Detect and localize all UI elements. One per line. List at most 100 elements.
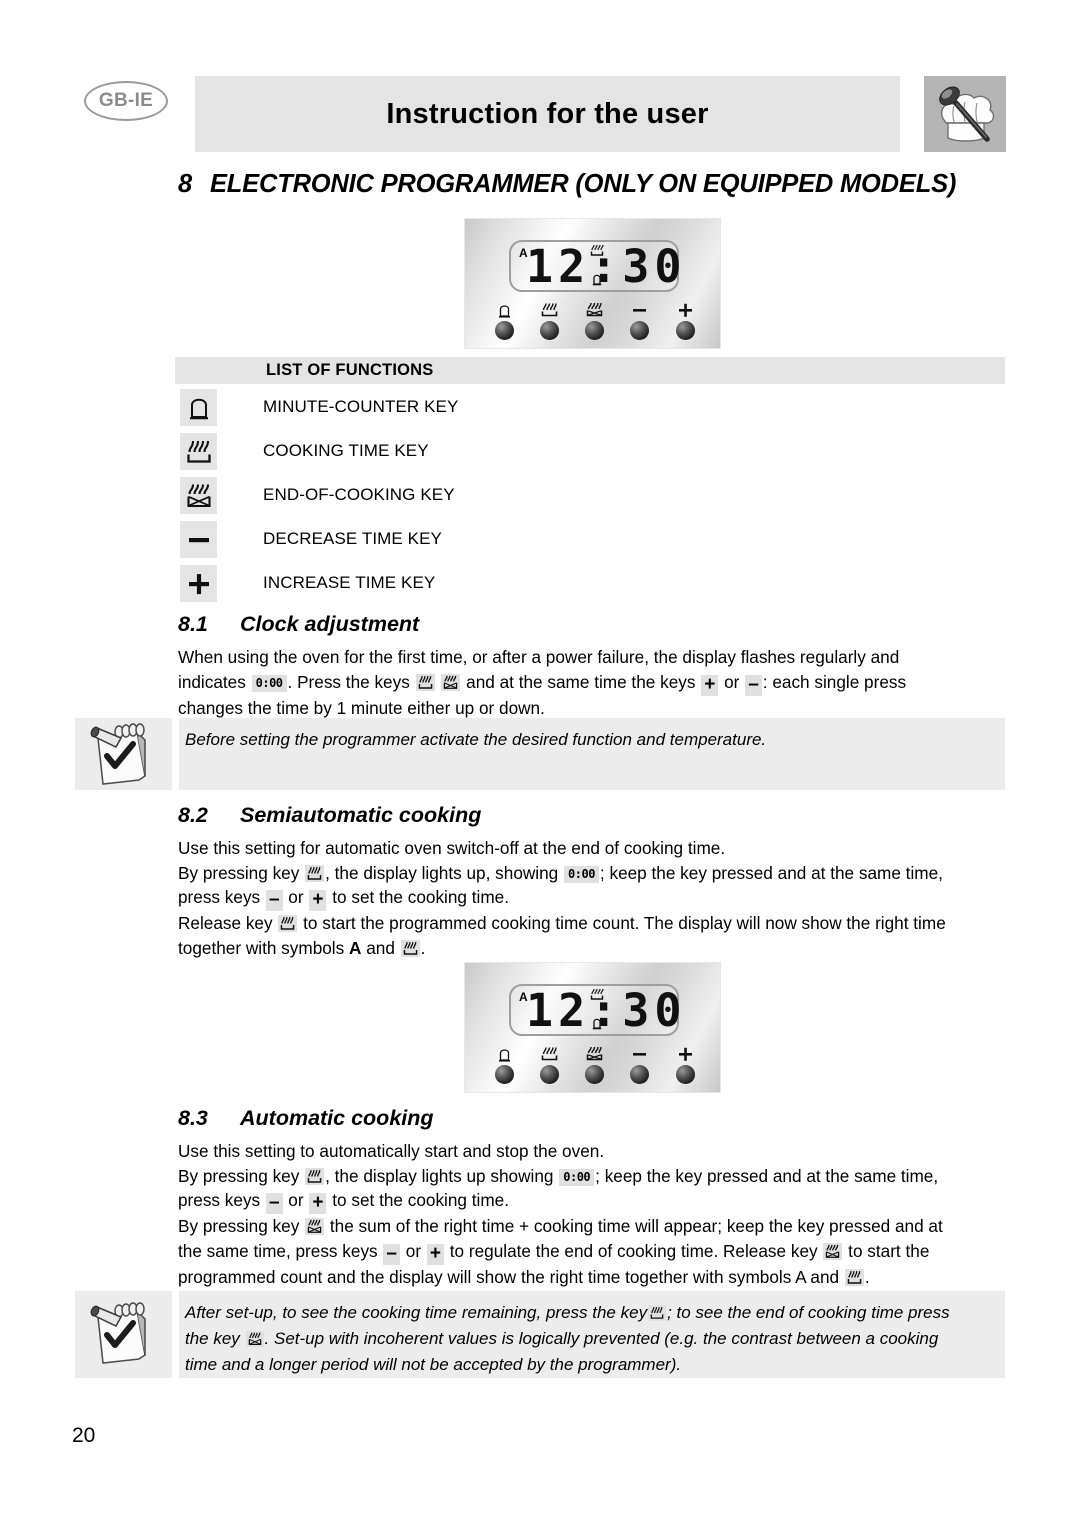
end-of-cooking-icon: [823, 1242, 843, 1260]
cooking-time-key[interactable]: [534, 301, 564, 340]
section-title-text: ELECTRONIC PROGRAMMER (ONLY ON EQUIPPED …: [209, 170, 957, 198]
text-fragment: ; keep the key pressed and at the same t…: [595, 1165, 939, 1186]
cooking-time-icon: [305, 864, 325, 882]
text-fragment: to start the programmed cooking time cou…: [303, 913, 946, 933]
subsection-number: 8.1: [178, 612, 208, 636]
subsection-8-2-body: Use this setting for automatic oven swit…: [178, 836, 1005, 960]
inline-time-display: 0:00: [251, 674, 287, 692]
text-fragment: , the display lights up, showing: [325, 862, 559, 883]
minus-icon: [180, 521, 217, 558]
text-fragment: By pressing key: [178, 1216, 300, 1236]
key-knob[interactable]: [629, 1065, 649, 1084]
cooking-time-key[interactable]: [534, 1045, 564, 1084]
decrease-time-key[interactable]: [624, 1045, 654, 1084]
note-body: After set-up, to see the cooking time re…: [179, 1291, 1005, 1378]
text-fragment: to regulate the end of cooking time. Rel…: [449, 1240, 818, 1261]
paragraph-line: Use this setting to automatically start …: [178, 1141, 605, 1161]
programmer-button-row: [489, 301, 701, 343]
paragraph-line: Release key to start the programmed cook…: [178, 911, 1005, 936]
notepad-pencil-icon: [75, 1291, 172, 1378]
key-knob[interactable]: [629, 321, 649, 340]
section-number: 8: [178, 170, 192, 198]
cooking-time-icon: [400, 939, 420, 957]
subsection-8-1-heading: 8.1 Clock adjustment: [178, 612, 419, 637]
function-row-minute-counter: MINUTE-COUNTER KEY: [175, 389, 1005, 427]
note-line: the key . Set-up with incoherent values …: [185, 1326, 1001, 1352]
subsection-number: 8.2: [178, 803, 208, 827]
page-number: 20: [72, 1424, 96, 1447]
plus-icon: [670, 301, 700, 318]
end-of-cooking-key[interactable]: [579, 1045, 609, 1084]
note-box-1: Before setting the programmer activate t…: [75, 718, 1005, 790]
text-fragment: indicates: [178, 671, 246, 692]
key-knob[interactable]: [539, 1065, 559, 1084]
minus-icon: [624, 1045, 654, 1062]
text-fragment: to set the cooking time.: [332, 1190, 510, 1210]
text-fragment: programmed count and the display will sh…: [178, 1266, 840, 1287]
programmer-panel-image-bottom: A 12:30: [464, 962, 721, 1093]
subsection-8-2-heading: 8.2 Semiautomatic cooking: [178, 803, 481, 828]
function-row-cooking-time: COOKING TIME KEY: [175, 433, 1005, 471]
function-label: MINUTE-COUNTER KEY: [263, 397, 459, 416]
function-label: END-OF-COOKING KEY: [263, 485, 455, 504]
list-of-functions-title: LIST OF FUNCTIONS: [266, 361, 434, 379]
cooking-time-icon: [534, 1045, 564, 1062]
minute-counter-key[interactable]: [489, 1045, 519, 1084]
paragraph-line: press keys – or + to set the cooking tim…: [178, 1188, 1005, 1214]
key-knob[interactable]: [675, 1065, 695, 1084]
decrease-time-key[interactable]: [624, 301, 654, 340]
lcd-cooking-time-icon: [590, 988, 604, 1001]
minus-icon: [624, 301, 654, 318]
minus-icon: –: [383, 1243, 400, 1265]
key-knob[interactable]: [584, 1065, 604, 1084]
text-fragment: the sum of the right time + cooking time…: [329, 1216, 943, 1236]
function-row-decrease-time: DECREASE TIME KEY: [175, 521, 1005, 559]
minute-counter-icon: [489, 301, 519, 318]
increase-time-key[interactable]: [670, 1045, 700, 1084]
function-row-end-of-cooking: END-OF-COOKING KEY: [175, 477, 1005, 515]
text-fragment: press keys: [178, 1190, 261, 1210]
minute-counter-icon: [180, 389, 217, 426]
key-knob[interactable]: [675, 321, 695, 340]
lcd-display: A 12:30: [509, 240, 681, 292]
plus-icon: [180, 565, 217, 602]
end-of-cooking-key[interactable]: [579, 301, 609, 340]
note-line: Before setting the programmer activate t…: [185, 730, 767, 749]
paragraph-line: programmed count and the display will sh…: [178, 1265, 1005, 1290]
text-fragment: After set-up, to see the cooking time re…: [185, 1303, 648, 1322]
subsection-number: 8.3: [178, 1106, 208, 1130]
function-label: INCREASE TIME KEY: [263, 573, 436, 592]
key-knob[interactable]: [584, 321, 604, 340]
key-knob[interactable]: [494, 1065, 514, 1084]
page-header: GB-IE Instruction for the user: [0, 76, 1080, 152]
programmer-button-row: [489, 1045, 701, 1087]
lcd-cooking-time-icon: [590, 244, 604, 257]
text-fragment: . Press the keys: [287, 671, 410, 692]
paragraph-line: By pressing key the sum of the right tim…: [178, 1214, 1005, 1239]
plus-icon: +: [309, 890, 327, 911]
minute-counter-key[interactable]: [489, 301, 519, 340]
section-heading: 8 ELECTRONIC PROGRAMMER (ONLY ON EQUIPPED…: [178, 170, 1006, 199]
locale-badge: GB-IE: [84, 81, 168, 121]
text-fragment: or: [288, 1190, 304, 1210]
text-fragment: to start the: [848, 1240, 930, 1261]
text-fragment: or: [405, 1240, 422, 1261]
note-line: time and a longer period will not be acc…: [185, 1355, 682, 1374]
text-fragment: or: [288, 887, 304, 907]
key-knob[interactable]: [494, 321, 514, 340]
list-of-functions-header: LIST OF FUNCTIONS: [175, 357, 1005, 384]
subsection-title: Automatic cooking: [240, 1106, 434, 1130]
text-fragment: . Set-up with incoherent values is logic…: [264, 1329, 939, 1348]
text-fragment: By pressing key: [178, 862, 300, 883]
increase-time-key[interactable]: [670, 301, 700, 340]
lcd-minute-counter-icon: [592, 1016, 602, 1030]
text-fragment: or: [724, 671, 740, 692]
text-fragment: and at the same time the keys: [466, 671, 696, 692]
paragraph-line: Use this setting for automatic oven swit…: [178, 838, 726, 858]
key-knob[interactable]: [539, 321, 559, 340]
plus-icon: [670, 1045, 700, 1062]
programmer-panel-image-top: A 12:30: [464, 218, 721, 349]
plus-icon: +: [701, 674, 719, 696]
end-of-cooking-icon: [579, 1045, 609, 1062]
text-fragment: and: [366, 937, 395, 958]
